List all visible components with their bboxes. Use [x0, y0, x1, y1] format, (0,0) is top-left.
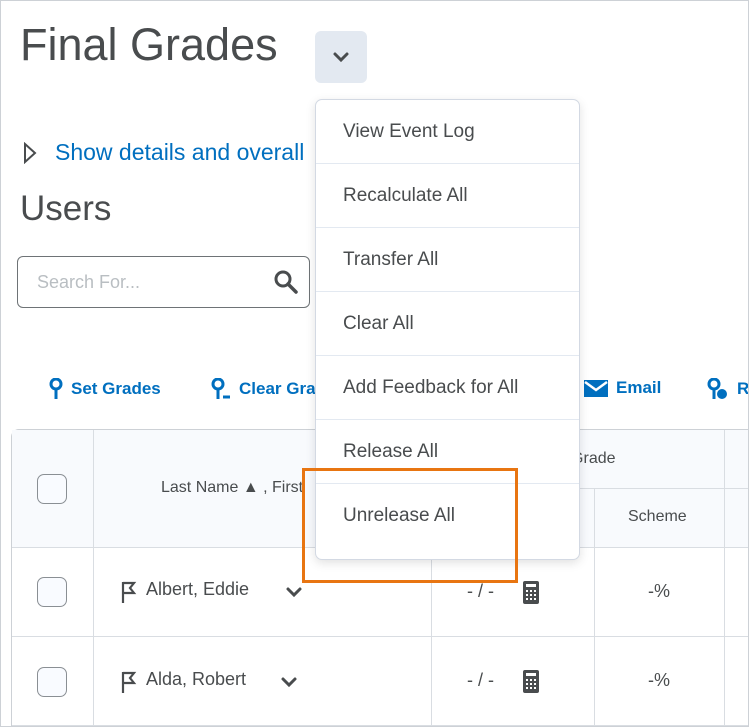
- search-icon[interactable]: [273, 269, 299, 295]
- email-label: Email: [616, 378, 662, 397]
- triangle-right-icon: [24, 141, 37, 164]
- student-name[interactable]: Alda, Robert: [146, 669, 246, 690]
- chevron-down-icon[interactable]: [280, 676, 298, 688]
- menu-item-add-feedback-for-all[interactable]: Add Feedback for All: [316, 356, 579, 420]
- menu-item-recalculate-all[interactable]: Recalculate All: [316, 164, 579, 228]
- scheme-value: -%: [648, 581, 670, 601]
- users-heading: Users: [20, 189, 112, 228]
- scheme-value: -%: [648, 670, 670, 690]
- search-placeholder: Search For...: [37, 272, 141, 292]
- page-title: Final Grades: [20, 19, 278, 70]
- show-details-link[interactable]: Show details and overall: [55, 139, 304, 166]
- menu-item-view-event-log[interactable]: View Event Log: [316, 100, 579, 164]
- release-button[interactable]: R: [707, 378, 749, 400]
- scheme-header: Scheme: [628, 508, 687, 525]
- flag-icon: [121, 671, 137, 693]
- release-icon: [707, 378, 727, 399]
- page: Final Grades Show details and overall Us…: [0, 0, 749, 727]
- email-button[interactable]: Email: [584, 378, 661, 398]
- grade-value: - / -: [467, 581, 494, 601]
- set-grades-label: Set Grades: [71, 379, 161, 398]
- flag-icon: [121, 581, 137, 603]
- grade-value: - / -: [467, 670, 494, 690]
- highlight-box: [302, 468, 518, 583]
- chevron-down-icon[interactable]: [285, 586, 303, 598]
- select-all-checkbox[interactable]: [37, 474, 67, 504]
- row-checkbox[interactable]: [37, 577, 67, 607]
- menu-item-transfer-all[interactable]: Transfer All: [316, 228, 579, 292]
- actions-dropdown-button[interactable]: [315, 31, 367, 83]
- clear-grades-icon: [211, 378, 230, 399]
- email-icon: [584, 379, 608, 397]
- search-input[interactable]: Search For...: [17, 256, 310, 308]
- name-column-header[interactable]: Last Name ▲ , First: [161, 479, 303, 497]
- menu-item-clear-all[interactable]: Clear All: [316, 292, 579, 356]
- set-grades-button[interactable]: Set Grades: [49, 378, 161, 400]
- show-details-toggle[interactable]: Show details and overall: [23, 139, 304, 166]
- student-name[interactable]: Albert, Eddie: [146, 579, 249, 600]
- row-checkbox[interactable]: [37, 667, 67, 697]
- release-label: R: [737, 379, 749, 398]
- calculator-icon[interactable]: [523, 581, 539, 604]
- chevron-down-icon: [333, 52, 349, 63]
- set-grades-icon: [49, 378, 63, 399]
- calculator-icon[interactable]: [523, 670, 539, 693]
